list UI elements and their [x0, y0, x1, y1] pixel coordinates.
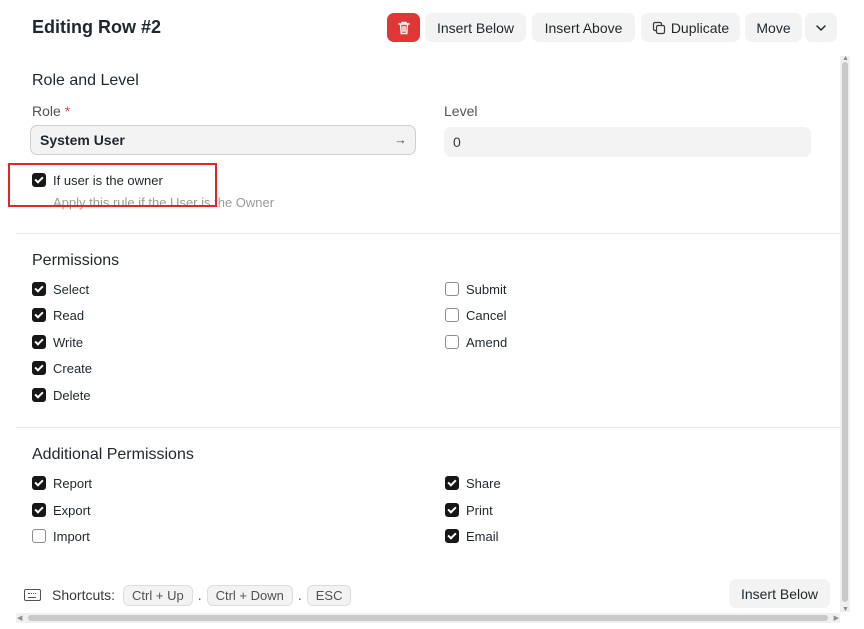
read-checkbox[interactable] [32, 308, 46, 322]
export-checkbox[interactable] [32, 503, 46, 517]
grid-row-edit-panel: Editing Row #2 Insert Below Insert Above… [8, 0, 850, 629]
scroll-down-icon[interactable]: ▼ [842, 606, 849, 613]
email-checkbox[interactable] [445, 529, 459, 543]
print-checkbox[interactable] [445, 503, 459, 517]
additional-permissions-title: Additional Permissions [32, 446, 194, 463]
select-label[interactable]: Select [53, 282, 89, 297]
print-label[interactable]: Print [466, 503, 493, 518]
highlight-box [8, 163, 217, 207]
vertical-scrollbar-thumb[interactable] [842, 62, 848, 602]
email-label[interactable]: Email [466, 529, 499, 544]
role-section-title: Role and Level [32, 72, 139, 89]
page-title: Editing Row #2 [32, 17, 162, 37]
cancel-label[interactable]: Cancel [466, 308, 506, 323]
report-checkbox[interactable] [32, 476, 46, 490]
create-checkbox[interactable] [32, 361, 46, 375]
shortcut-key: Ctrl + Down [206, 584, 293, 606]
report-label[interactable]: Report [53, 476, 92, 491]
arrow-right-icon[interactable]: → [394, 132, 407, 147]
level-field[interactable]: 0 [444, 127, 811, 157]
panel-header: Editing Row #2 Insert Below Insert Above… [16, 0, 850, 56]
import-label[interactable]: Import [53, 529, 90, 544]
role-label-text: Role [32, 103, 61, 119]
required-mark: * [64, 103, 71, 119]
permissions-title: Permissions [32, 252, 120, 269]
scroll-up-icon[interactable]: ▲ [842, 55, 849, 62]
shortcuts-bar: Shortcuts: Ctrl + Up . Ctrl + Down . ESC [24, 584, 355, 606]
delete-checkbox[interactable] [32, 388, 46, 402]
delete-row-button[interactable] [387, 13, 420, 42]
shortcuts-label: Shortcuts: [52, 587, 116, 603]
role-label: Role * [32, 103, 70, 119]
insert-above-button[interactable]: Insert Above [532, 13, 635, 42]
create-label[interactable]: Create [53, 361, 92, 376]
amend-checkbox[interactable] [445, 335, 459, 349]
move-button[interactable]: Move [745, 13, 802, 42]
amend-label[interactable]: Amend [466, 335, 507, 350]
divider [16, 427, 840, 428]
duplicate-label: Duplicate [670, 19, 730, 36]
duplicate-button[interactable]: Duplicate [641, 13, 740, 42]
more-options-button[interactable] [805, 13, 837, 42]
vertical-scrollbar[interactable]: ▲ ▼ [840, 55, 850, 613]
import-checkbox[interactable] [32, 529, 46, 543]
shortcut-separator: . [197, 587, 202, 603]
submit-label[interactable]: Submit [466, 282, 506, 297]
horizontal-scrollbar[interactable]: ◀ ▶ [16, 613, 840, 623]
read-label[interactable]: Read [53, 308, 84, 323]
insert-below-button[interactable]: Insert Below [425, 13, 526, 42]
scroll-right-icon[interactable]: ▶ [834, 614, 839, 622]
delete-label[interactable]: Delete [53, 388, 91, 403]
write-checkbox[interactable] [32, 335, 46, 349]
copy-icon [652, 21, 665, 34]
shortcut-separator: . [297, 587, 302, 603]
chevron-down-icon [816, 24, 826, 31]
role-field[interactable]: System User → [30, 125, 416, 155]
shortcut-key: Ctrl + Up [123, 584, 193, 606]
divider [16, 233, 840, 234]
share-label[interactable]: Share [466, 476, 501, 491]
export-label[interactable]: Export [53, 503, 91, 518]
share-checkbox[interactable] [445, 476, 459, 490]
shortcut-key: ESC [306, 584, 352, 606]
select-checkbox[interactable] [32, 282, 46, 296]
horizontal-scrollbar-thumb[interactable] [28, 615, 828, 621]
role-value: System User [40, 132, 125, 148]
trash-icon [397, 21, 410, 34]
submit-checkbox[interactable] [445, 282, 459, 296]
keyboard-icon [24, 589, 41, 601]
insert-below-bottom-button[interactable]: Insert Below [729, 579, 830, 608]
cancel-checkbox[interactable] [445, 308, 459, 322]
level-label: Level [444, 103, 478, 119]
write-label[interactable]: Write [53, 335, 83, 350]
scroll-left-icon[interactable]: ◀ [17, 614, 22, 622]
